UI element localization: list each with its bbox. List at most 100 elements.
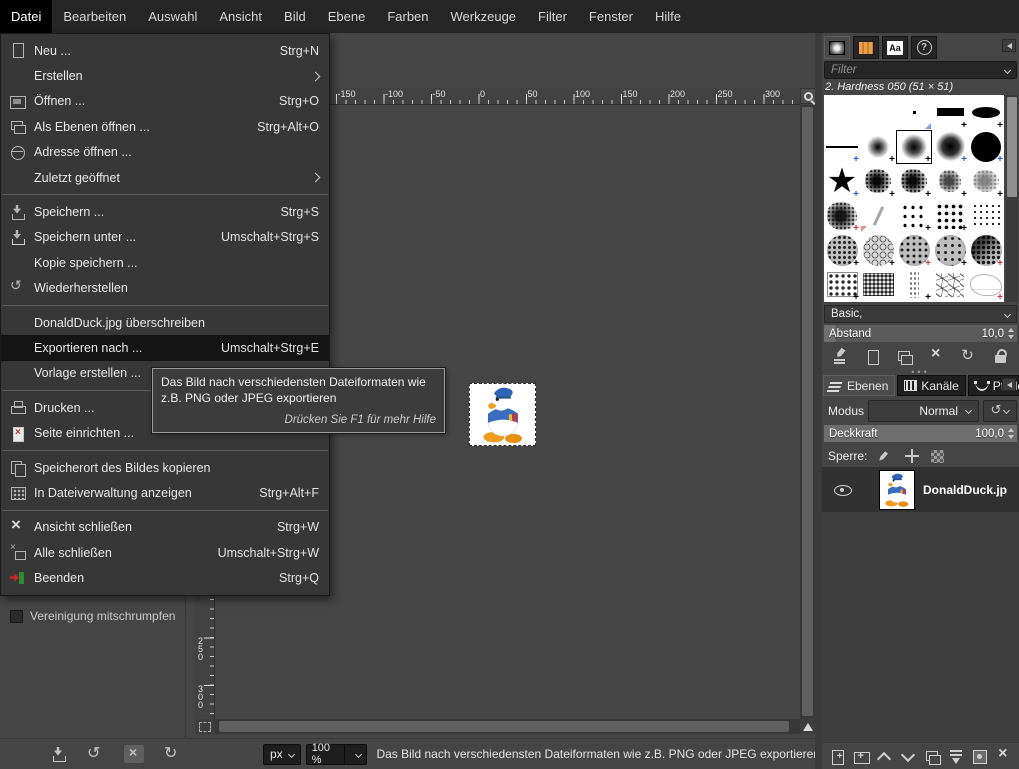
brush-twigs[interactable] [932,268,968,303]
menu-item-speichern[interactable]: Speichern ... Strg+S [1,199,329,224]
brush-scrollbar-thumb[interactable] [1007,97,1017,197]
brush-filter-input[interactable]: Filter [824,61,1017,79]
tab-ebenen[interactable]: Ebenen [823,375,896,396]
menu-item-in-dateiverwaltung-anzeigen[interactable]: In Dateiverwaltung anzeigen Strg+Alt+F [1,480,329,505]
brush-cell4[interactable]: + [932,233,968,268]
brush-preset-dropdown[interactable]: Basic, [824,305,1017,323]
spinner-icon[interactable] [1008,328,1014,339]
menu-fenster[interactable]: Fenster [578,0,644,33]
zoom-dropdown[interactable]: 100 % [305,742,368,766]
opacity-slider[interactable]: Deckkraft 100,0 [824,425,1017,442]
edit-brush-icon[interactable] [832,348,849,365]
menu-item-ansicht-schließen[interactable]: Ansicht schließen Strg+W [1,515,329,540]
horizontal-scrollbar[interactable] [215,719,800,734]
spinner-icon[interactable] [1008,428,1014,439]
menu-datei[interactable]: Datei [0,0,53,33]
brush-grid[interactable]: + + + + + + + + + + + + + + + + + + + + + + + [824,95,1004,302]
spacing-slider[interactable]: Abstand 10,0 [824,325,1017,342]
menu-ebene[interactable]: Ebene [317,0,377,33]
dock-divider[interactable] [815,33,822,769]
fonts-tab[interactable] [882,36,908,59]
menu-bild[interactable]: Bild [273,0,317,33]
menu-item-speicherort-des-bildes-kopieren[interactable]: Speicherort des Bildes kopieren [1,455,329,480]
reset-tool-options-icon[interactable] [164,743,181,763]
brush-scatter3[interactable] [968,199,1004,234]
menu-item-donaldduck-jpg-überschreiben[interactable]: DonaldDuck.jpg überschreiben [1,310,329,335]
delete-brush-icon[interactable] [928,345,945,365]
brush-soft2-selected[interactable]: + [896,130,932,165]
lock-position-icon[interactable] [905,449,920,463]
layer-thumbnail[interactable] [879,469,915,510]
brush-splat4[interactable]: + [968,164,1004,199]
menu-item-beenden[interactable]: Beenden Strg+Q [1,565,329,590]
brush-square2[interactable] [860,268,896,303]
brush-line[interactable]: + [824,130,860,165]
brush-empty[interactable] [824,95,860,130]
layer-name[interactable]: DonaldDuck.jp [923,483,1007,497]
brush-splat1[interactable]: + [860,164,896,199]
mode-dropdown[interactable]: Normal [868,399,979,422]
delete-layer-icon[interactable] [995,745,1012,765]
brush-animal[interactable]: + [968,268,1004,303]
new-brush-icon[interactable] [864,348,881,365]
shrink-merged-option[interactable]: Vereinigung mitschrumpfen [10,609,175,623]
lower-layer-icon[interactable] [900,748,917,765]
canvas-image-donaldduck[interactable] [469,383,536,446]
new-layer-icon[interactable] [829,748,846,765]
brush-cell5[interactable]: + [968,233,1004,268]
restore-tool-preset-icon[interactable] [87,743,104,763]
brush-ellipse[interactable]: + [968,95,1004,130]
save-tool-preset-icon[interactable] [50,746,67,763]
menu-item-alle-schließen[interactable]: Alle schließen Umschalt+Strg+W [1,540,329,565]
horizontal-scrollbar-thumb[interactable] [219,721,789,732]
raise-layer-icon[interactable] [876,748,893,765]
vertical-scrollbar-thumb[interactable] [802,107,813,716]
brush-soft1[interactable]: + [860,130,896,165]
brush-splat2[interactable]: + [896,164,932,199]
checkbox-icon[interactable] [10,609,23,623]
patterns-tab[interactable] [853,36,879,59]
brush-star[interactable]: + [824,164,860,199]
menu-item-adresse-öffnen[interactable]: Adresse öffnen ... [1,140,329,165]
zoom-chevron-button[interactable] [351,745,366,764]
duplicate-layer-icon[interactable] [924,748,941,765]
menu-item-speichern-unter[interactable]: Speichern unter ... Umschalt+Strg+S [1,225,329,250]
vertical-scrollbar[interactable] [800,105,815,719]
brush-cell3[interactable]: + [896,233,932,268]
duplicate-brush-icon[interactable] [896,348,913,365]
open-brush-as-image-icon[interactable] [992,348,1009,365]
menu-item-erstellen[interactable]: Erstellen [1,63,329,88]
brush-bar[interactable]: + [932,95,968,130]
brush-scatter2[interactable]: + [932,199,968,234]
brush-soft3[interactable]: + [932,130,968,165]
unit-dropdown[interactable]: px [263,743,301,765]
menu-auswahl[interactable]: Auswahl [137,0,208,33]
brush-square1[interactable]: + [824,268,860,303]
navigation-preview-button[interactable] [800,719,815,734]
menu-item-neu[interactable]: Neu ... Strg+N [1,38,329,63]
brush-stroke[interactable] [860,199,896,234]
layers-menu-button[interactable] [1002,378,1016,391]
menu-item-exportieren-nach[interactable]: Exportieren nach ... Umschalt+Strg+E [1,335,329,361]
menu-bearbeiten[interactable]: Bearbeiten [52,0,137,33]
brush-solid[interactable]: + [968,130,1004,165]
menu-item-öffnen[interactable]: Öffnen ... Strg+O [1,89,329,114]
menu-filter[interactable]: Filter [527,0,578,33]
lock-pixels-icon[interactable] [879,449,893,463]
menu-ansicht[interactable]: Ansicht [208,0,273,33]
brush-cell2[interactable]: + [860,233,896,268]
help-tab[interactable] [911,36,937,59]
zoom-follow-window-button[interactable] [800,88,816,104]
visibility-eye-icon[interactable] [834,484,852,496]
merge-down-icon[interactable] [948,748,965,765]
brush-empty[interactable] [860,95,896,130]
quick-mask-toggle[interactable] [195,719,215,734]
refresh-brushes-icon[interactable] [960,346,977,365]
brush-dot[interactable] [896,95,932,130]
add-layer-mask-icon[interactable] [971,748,988,765]
brush-splat3[interactable]: + [932,164,968,199]
layer-row[interactable]: DonaldDuck.jp [822,467,1019,512]
mode-switch-button[interactable]: ↺ [983,399,1017,422]
brush-blob[interactable]: + [824,199,860,234]
brush-sparkle[interactable]: + [896,268,932,303]
